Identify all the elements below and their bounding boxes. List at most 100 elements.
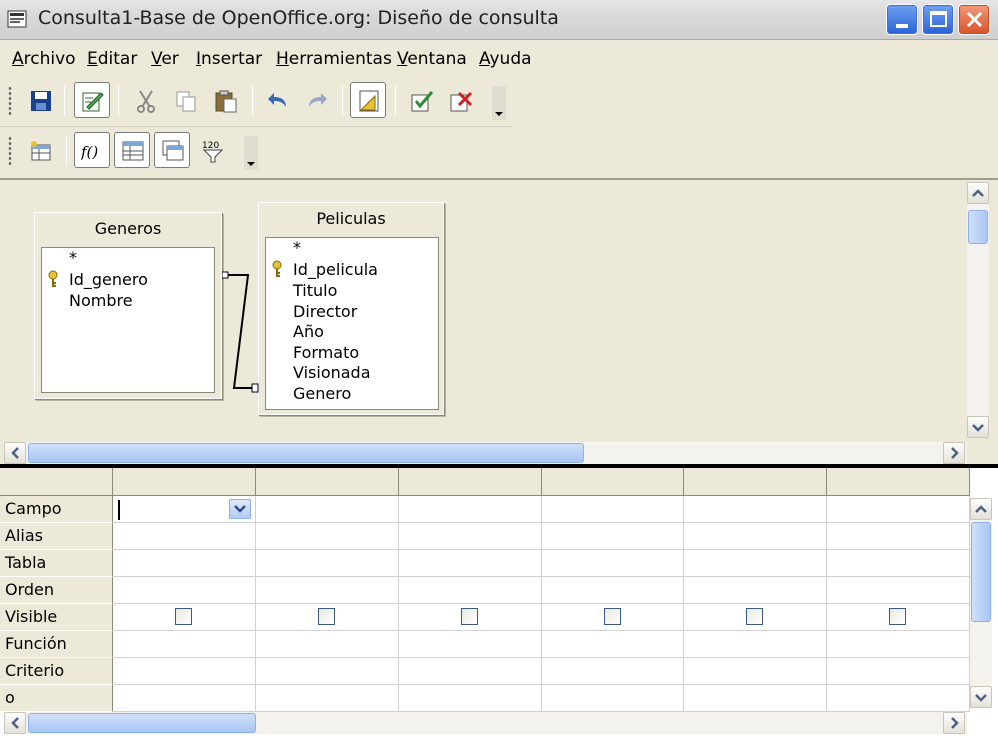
field-item[interactable]: Titulo (293, 281, 337, 300)
grid-horizontal-scrollbar[interactable] (4, 712, 967, 734)
grid-cell[interactable] (827, 658, 970, 685)
grid-cell[interactable] (256, 577, 399, 604)
grid-cell[interactable] (113, 631, 256, 658)
alias-button[interactable] (154, 132, 190, 168)
undo-button[interactable] (259, 82, 295, 118)
field-dropdown-button[interactable] (229, 499, 251, 519)
design-view-button[interactable] (350, 82, 386, 118)
grid-cell[interactable] (399, 685, 542, 712)
grid-cell[interactable] (684, 577, 827, 604)
grid-cell[interactable] (827, 631, 970, 658)
edit-mode-button[interactable] (74, 82, 110, 118)
visible-checkbox[interactable] (318, 608, 335, 625)
grid-cell[interactable] (827, 685, 970, 712)
field-item[interactable]: Año (293, 322, 324, 341)
grid-cell[interactable] (256, 604, 399, 631)
grid-cell[interactable] (113, 550, 256, 577)
scroll-right-button[interactable] (943, 712, 965, 734)
design-horizontal-scrollbar[interactable] (4, 442, 967, 464)
field-item[interactable]: Formato (293, 343, 359, 362)
toolbar-grip-2[interactable] (8, 136, 12, 166)
grid-cell[interactable] (113, 577, 256, 604)
grid-cell[interactable] (827, 496, 970, 523)
grid-cell[interactable] (542, 496, 684, 523)
grid-column-header[interactable] (684, 468, 827, 496)
scroll-right-button[interactable] (943, 442, 965, 464)
grid-cell[interactable] (827, 550, 970, 577)
field-item[interactable]: Id_pelicula (293, 260, 378, 279)
scroll-down-button[interactable] (970, 686, 992, 708)
design-vertical-scrollbar[interactable] (967, 182, 989, 438)
run-query-button[interactable] (403, 82, 439, 118)
grid-cell[interactable] (399, 577, 542, 604)
menu-insertar[interactable]: Insertar (196, 49, 262, 69)
menu-ventana[interactable]: Ventana (397, 49, 467, 69)
grid-cell[interactable] (684, 658, 827, 685)
grid-column-header[interactable] (542, 468, 684, 496)
grid-cell[interactable] (684, 604, 827, 631)
visible-checkbox[interactable] (175, 608, 192, 625)
grid-column-header[interactable] (113, 468, 256, 496)
grid-cell[interactable] (399, 658, 542, 685)
grid-cell[interactable] (542, 658, 684, 685)
grid-cell[interactable] (684, 523, 827, 550)
field-item[interactable]: * (293, 238, 301, 257)
relation-line[interactable] (222, 268, 262, 394)
grid-cell[interactable] (113, 604, 256, 631)
grid-cell[interactable] (256, 631, 399, 658)
field-item[interactable]: Genero (293, 384, 351, 403)
grid-column-header[interactable] (256, 468, 399, 496)
grid-column-header[interactable] (399, 468, 542, 496)
grid-cell[interactable] (399, 550, 542, 577)
grid-cell[interactable] (399, 631, 542, 658)
toolbar-overflow-icon[interactable] (492, 86, 506, 120)
table-window-generos[interactable]: Generos * Id_genero Nombre (34, 212, 222, 399)
grid-cell[interactable] (827, 577, 970, 604)
grid-cell[interactable] (684, 550, 827, 577)
close-button[interactable] (958, 4, 990, 35)
grid-vertical-scrollbar[interactable] (970, 498, 992, 708)
field-list-peliculas[interactable]: * Id_pelicula Titulo Director Año Format… (265, 237, 439, 410)
scroll-down-button[interactable] (967, 416, 989, 438)
scroll-thumb[interactable] (968, 210, 988, 244)
field-list-generos[interactable]: * Id_genero Nombre (41, 247, 215, 393)
menu-ver[interactable]: Ver (151, 49, 179, 69)
grid-cell[interactable] (113, 658, 256, 685)
add-tables-button[interactable] (22, 132, 58, 168)
field-item[interactable]: Id_genero (69, 270, 148, 289)
field-item[interactable]: * (69, 248, 77, 267)
menu-archivo[interactable]: Archivo (12, 49, 76, 69)
scroll-left-button[interactable] (4, 442, 26, 464)
grid-cell[interactable] (256, 496, 399, 523)
grid-cell[interactable] (542, 523, 684, 550)
maximize-button[interactable] (922, 4, 954, 35)
field-item[interactable]: Visionada (293, 363, 371, 382)
clear-query-button[interactable] (442, 82, 478, 118)
table-name-button[interactable] (114, 132, 150, 168)
grid-cell[interactable] (827, 523, 970, 550)
grid-cell[interactable] (684, 631, 827, 658)
grid-cell[interactable] (684, 496, 827, 523)
grid-cell[interactable] (256, 523, 399, 550)
scroll-thumb[interactable] (28, 443, 584, 463)
visible-checkbox[interactable] (461, 608, 478, 625)
grid-cell[interactable] (399, 496, 542, 523)
copy-button[interactable] (167, 82, 203, 118)
visible-checkbox[interactable] (604, 608, 621, 625)
paste-button[interactable] (207, 82, 243, 118)
minimize-button[interactable] (886, 4, 918, 35)
grid-cell[interactable] (542, 631, 684, 658)
field-item[interactable]: Director (293, 302, 357, 321)
grid-cell[interactable] (542, 685, 684, 712)
save-button[interactable] (22, 82, 58, 118)
grid-cell[interactable] (827, 604, 970, 631)
menu-herramientas[interactable]: Herramientas (276, 49, 392, 69)
grid-cell[interactable] (399, 604, 542, 631)
grid-cell[interactable] (542, 577, 684, 604)
grid-cell[interactable] (256, 550, 399, 577)
grid-cell[interactable] (256, 658, 399, 685)
toolbar-overflow-icon-2[interactable] (244, 136, 258, 170)
field-item[interactable]: Nombre (69, 291, 133, 310)
grid-cell[interactable] (113, 685, 256, 712)
grid-cell[interactable] (399, 523, 542, 550)
